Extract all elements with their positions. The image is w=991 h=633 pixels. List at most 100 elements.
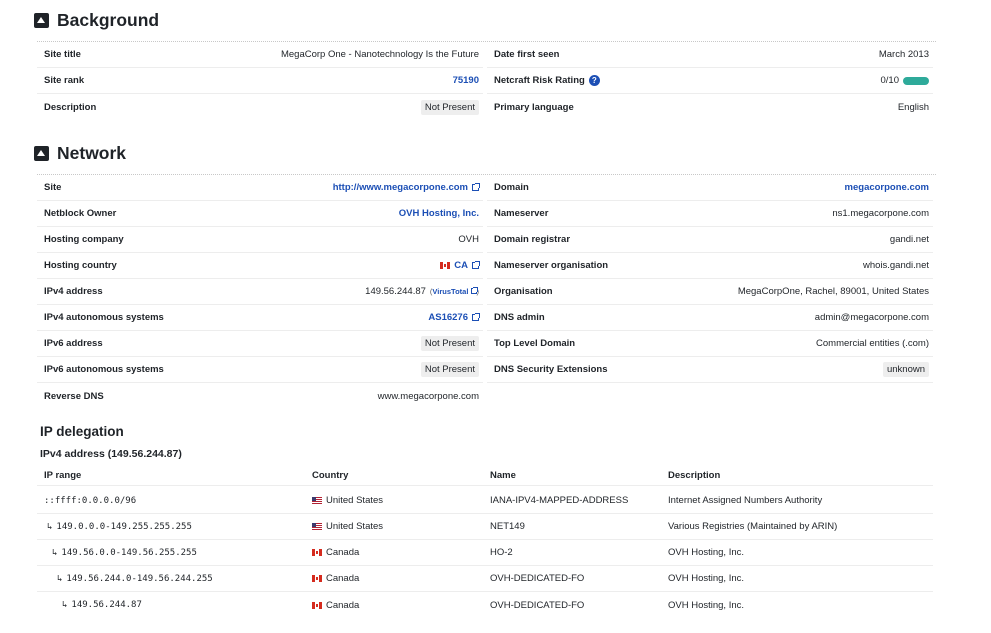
- site-link[interactable]: http://www.megacorpone.com: [333, 182, 468, 193]
- site-rank-row: Site rank 75190: [37, 68, 483, 94]
- description-row: Description Not Present: [37, 94, 483, 120]
- table-row: ↳ 149.56.0.0-149.56.255.255 Canada HO-2 O…: [37, 540, 933, 566]
- description-cell: OVH Hosting, Inc.: [668, 547, 745, 558]
- primary-language-row: Primary language English: [487, 94, 933, 120]
- external-link-icon[interactable]: [470, 287, 478, 294]
- background-title: Background: [57, 10, 160, 30]
- primary-language-label: Primary language: [494, 101, 574, 113]
- virustotal-note: (VirusTotal ): [430, 287, 479, 296]
- country-cell: Canada: [326, 573, 360, 584]
- tld-value: Commercial entities (.com): [816, 338, 929, 349]
- child-arrow-icon: ↳: [62, 600, 68, 610]
- hosting-company-value: OVH: [458, 234, 479, 245]
- nameserver-label: Nameserver: [494, 208, 549, 219]
- nameserver-value: ns1.megacorpone.com: [832, 208, 929, 219]
- ip-range-cell: 149.56.244.0-149.56.244.255: [66, 573, 213, 584]
- netblock-owner-label: Netblock Owner: [44, 208, 117, 219]
- child-arrow-icon: ↳: [57, 573, 63, 584]
- primary-language-value: English: [897, 101, 929, 113]
- virustotal-link[interactable]: VirusTotal: [432, 287, 468, 296]
- site-rank-label: Site rank: [44, 75, 85, 86]
- description-cell: OVH Hosting, Inc.: [668, 573, 745, 584]
- ip-range-cell: 149.56.0.0-149.56.255.255: [61, 547, 197, 558]
- reverse-dns-label: Reverse DNS: [44, 390, 104, 402]
- name-cell: OVH-DEDICATED-FO: [490, 573, 585, 584]
- us-flag-icon: [312, 497, 322, 504]
- organisation-value: MegaCorpOne, Rachel, 89001, United State…: [737, 286, 929, 297]
- column-header-description: Description: [668, 470, 721, 481]
- nameserver-row: Nameserver ns1.megacorpone.com: [487, 201, 933, 227]
- country-cell: Canada: [326, 599, 360, 611]
- nameserver-org-value: whois.gandi.net: [862, 260, 929, 271]
- external-link-icon[interactable]: [472, 183, 480, 191]
- organisation-label: Organisation: [494, 286, 553, 297]
- child-arrow-icon: ↳: [52, 547, 58, 558]
- description-cell: Various Registries (Maintained by ARIN): [668, 521, 838, 532]
- ipv6-asn-label: IPv6 autonomous systems: [44, 364, 164, 375]
- help-icon[interactable]: ?: [588, 75, 600, 86]
- ip-delegation-subtitle: IPv4 address (149.56.244.87): [40, 448, 182, 460]
- us-flag-icon: [312, 523, 322, 530]
- domain-registrar-label: Domain registrar: [494, 234, 571, 245]
- nameserver-org-label: Nameserver organisation: [494, 260, 609, 271]
- ipv6-address-value: Not Present: [420, 336, 479, 351]
- hosting-company-label: Hosting company: [44, 234, 124, 245]
- network-title: Network: [57, 143, 127, 163]
- ip-delegation-title: IP delegation: [40, 424, 124, 439]
- domain-link[interactable]: megacorpone.com: [845, 182, 933, 193]
- site-title-label: Site title: [44, 49, 81, 60]
- ipv6-asn-value: Not Present: [420, 362, 479, 377]
- child-arrow-icon: ↳: [47, 521, 53, 532]
- ipv6-address-row: IPv6 address Not Present: [37, 331, 483, 357]
- description-label: Description: [44, 101, 97, 113]
- hosting-country-label: Hosting country: [44, 260, 117, 271]
- ipv4-address-label: IPv4 address: [44, 286, 103, 297]
- dns-admin-row: DNS admin admin@megacorpone.com: [487, 305, 933, 331]
- canada-flag-icon: [312, 549, 322, 556]
- site-label: Site: [44, 182, 62, 193]
- background-section-header[interactable]: Background: [34, 10, 159, 31]
- domain-registrar-row: Domain registrar gandi.net: [487, 227, 933, 253]
- name-cell: HO-2: [490, 547, 513, 558]
- site-row: Site http://www.megacorpone.com: [37, 175, 483, 201]
- risk-rating-label: Netcraft Risk Rating?: [487, 75, 600, 86]
- external-link-icon[interactable]: [472, 261, 480, 269]
- risk-rating-label-text: Netcraft Risk Rating: [494, 75, 585, 86]
- dnssec-label: DNS Security Extensions: [494, 364, 608, 375]
- description-cell: OVH Hosting, Inc.: [668, 599, 745, 611]
- date-first-seen-row: Date first seen March 2013: [487, 42, 933, 68]
- external-link-icon[interactable]: [472, 313, 480, 321]
- description-cell: Internet Assigned Numbers Authority: [668, 495, 823, 506]
- ip-delegation-table-header: IP range Country Name Description: [37, 466, 933, 486]
- hosting-company-row: Hosting company OVH: [37, 227, 483, 253]
- domain-label: Domain: [494, 182, 529, 193]
- date-first-seen-label: Date first seen: [494, 49, 560, 60]
- ipv4-asn-link[interactable]: AS16276: [428, 312, 468, 323]
- ip-range-cell: 149.0.0.0-149.255.255.255: [56, 521, 192, 532]
- ipv4-asn-label: IPv4 autonomous systems: [44, 312, 164, 323]
- table-row: ↳ 149.0.0.0-149.255.255.255 United States…: [37, 514, 933, 540]
- canada-flag-icon: [312, 575, 322, 582]
- canada-flag-icon: [440, 262, 451, 269]
- tld-row: Top Level Domain Commercial entities (.c…: [487, 331, 933, 357]
- organisation-row: Organisation MegaCorpOne, Rachel, 89001,…: [487, 279, 933, 305]
- netblock-owner-row: Netblock Owner OVH Hosting, Inc.: [37, 201, 483, 227]
- reverse-dns-value: www.megacorpone.com: [377, 390, 479, 402]
- netblock-owner-link[interactable]: OVH Hosting, Inc.: [399, 208, 483, 219]
- dnssec-row: DNS Security Extensions unknown: [487, 357, 933, 383]
- reverse-dns-row: Reverse DNS www.megacorpone.com: [37, 383, 483, 409]
- site-rank-link[interactable]: 75190: [453, 75, 483, 86]
- collapse-icon[interactable]: [34, 13, 49, 28]
- site-title-row: Site title MegaCorp One - Nanotechnology…: [37, 42, 483, 68]
- hosting-country-link[interactable]: CA: [454, 260, 468, 271]
- risk-rating-value: 0/10: [880, 75, 900, 86]
- dns-admin-value: admin@megacorpone.com: [814, 312, 929, 323]
- risk-rating-row: Netcraft Risk Rating? 0/10: [487, 68, 933, 94]
- dnssec-value: unknown: [882, 362, 929, 377]
- ipv6-address-label: IPv6 address: [44, 338, 103, 349]
- collapse-icon[interactable]: [34, 146, 49, 161]
- name-cell: IANA-IPV4-MAPPED-ADDRESS: [490, 495, 629, 506]
- network-section-header[interactable]: Network: [34, 143, 126, 164]
- column-header-ip-range: IP range: [44, 470, 82, 481]
- table-row: ↳ 149.56.244.0-149.56.244.255 Canada OVH-…: [37, 566, 933, 592]
